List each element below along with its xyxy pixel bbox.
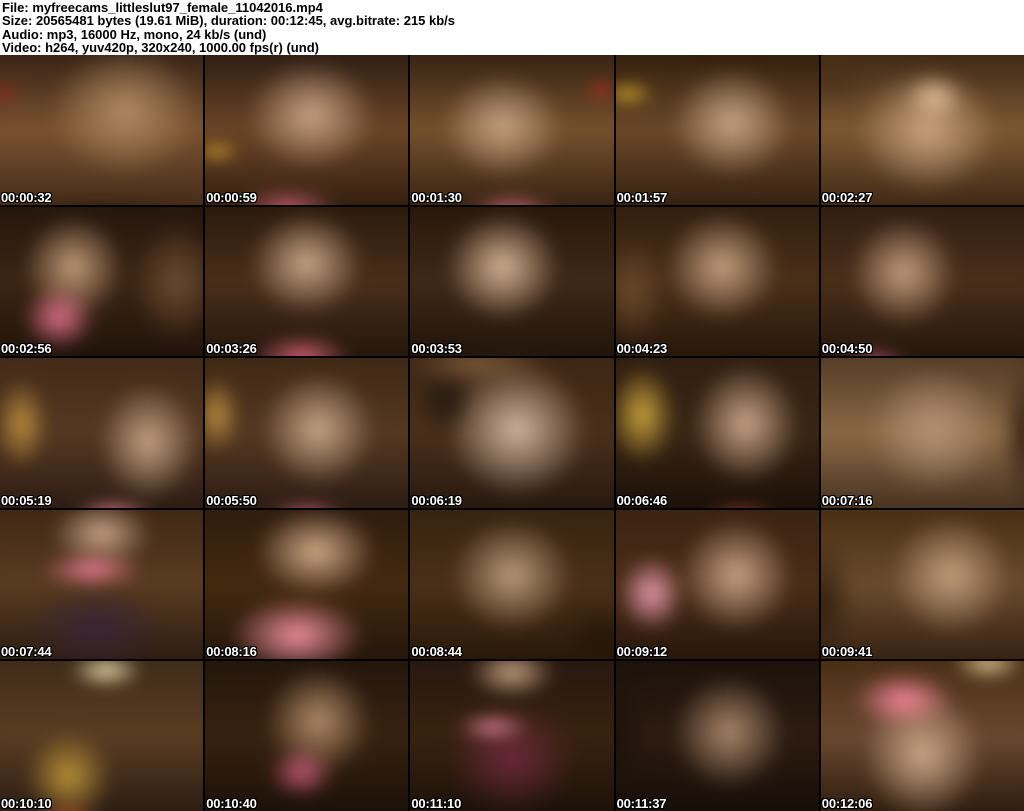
thumbnail-timestamp: 00:03:26 — [206, 341, 257, 357]
video-thumbnail: 00:05:19 — [0, 358, 204, 508]
thumbnail-image — [410, 358, 614, 508]
thumbnail-image — [205, 55, 409, 205]
video-thumbnail: 00:11:10 — [410, 661, 614, 811]
video-thumbnail: 00:07:16 — [820, 358, 1024, 508]
thumbnail-image — [820, 661, 1024, 811]
thumbnail-timestamp: 00:01:57 — [616, 189, 668, 205]
video-thumbnail: 00:00:32 — [0, 55, 204, 205]
thumbnail-image — [410, 55, 614, 205]
thumbnail-image — [820, 55, 1024, 205]
video-thumbnail: 00:03:53 — [410, 206, 614, 357]
thumbnail-image — [820, 206, 1024, 357]
thumbnail-timestamp: 00:06:19 — [411, 492, 462, 508]
video-thumbnail: 00:07:44 — [0, 509, 204, 660]
video-thumbnail: 00:12:06 — [820, 661, 1024, 811]
file-metadata-header: File: myfreecams_littleslut97_female_110… — [0, 0, 1024, 55]
thumbnail-image — [615, 358, 819, 508]
thumbnail-timestamp: 00:08:16 — [206, 644, 257, 660]
video-thumbnail: 00:02:56 — [0, 206, 204, 357]
video-thumbnail: 00:06:19 — [410, 358, 614, 508]
thumbnail-image — [205, 509, 409, 660]
thumbnail-image — [615, 509, 819, 660]
thumbnail-image — [615, 661, 819, 811]
thumbnail-timestamp: 00:11:37 — [616, 796, 667, 811]
thumbnail-image — [615, 55, 819, 205]
thumbnail-image — [820, 358, 1024, 508]
thumbnail-image — [410, 661, 614, 811]
thumbnail-contact-sheet: File: myfreecams_littleslut97_female_110… — [0, 0, 1024, 811]
thumbnail-image — [0, 509, 204, 660]
file-info-line: File: myfreecams_littleslut97_female_110… — [2, 0, 323, 15]
thumbnail-image — [615, 206, 819, 357]
video-thumbnail: 00:04:50 — [820, 206, 1024, 357]
video-thumbnail: 00:03:26 — [205, 206, 409, 357]
video-thumbnail: 00:04:23 — [615, 206, 819, 357]
thumbnail-timestamp: 00:02:56 — [1, 341, 52, 357]
thumbnail-timestamp: 00:03:53 — [411, 341, 462, 357]
audio-info-line: Audio: mp3, 16000 Hz, mono, 24 kb/s (und… — [2, 26, 267, 42]
thumbnail-image — [205, 661, 409, 811]
thumbnail-image — [205, 358, 409, 508]
video-thumbnail: 00:11:37 — [615, 661, 819, 811]
thumbnail-image — [820, 509, 1024, 660]
thumbnail-image — [0, 55, 204, 205]
video-thumbnail: 00:01:57 — [615, 55, 819, 205]
video-info-line: Video: h264, yuv420p, 320x240, 1000.00 f… — [2, 40, 319, 55]
video-thumbnail: 00:10:40 — [205, 661, 409, 811]
video-thumbnail: 00:09:12 — [615, 509, 819, 660]
thumbnail-image — [0, 206, 204, 357]
thumbnail-image — [0, 358, 204, 508]
thumbnail-timestamp: 00:12:06 — [821, 796, 873, 811]
thumbnail-timestamp: 00:07:16 — [821, 492, 873, 508]
video-thumbnail: 00:00:59 — [205, 55, 409, 205]
thumbnail-image — [0, 661, 204, 811]
thumbnail-image — [410, 206, 614, 357]
size-info-line: Size: 20565481 bytes (19.61 MiB), durati… — [2, 13, 456, 29]
thumbnail-image — [410, 509, 614, 660]
thumbnail-timestamp: 00:06:46 — [616, 492, 668, 508]
thumbnail-timestamp: 00:00:59 — [206, 189, 257, 205]
thumbnail-timestamp: 00:11:10 — [411, 796, 462, 811]
video-thumbnail: 00:01:30 — [410, 55, 614, 205]
video-thumbnail: 00:02:27 — [820, 55, 1024, 205]
thumbnail-timestamp: 00:02:27 — [821, 189, 873, 205]
video-thumbnail: 00:08:44 — [410, 509, 614, 660]
video-thumbnail: 00:10:10 — [0, 661, 204, 811]
thumbnail-timestamp: 00:04:50 — [821, 341, 873, 357]
thumbnail-timestamp: 00:00:32 — [1, 189, 52, 205]
thumbnail-timestamp: 00:10:40 — [206, 796, 257, 811]
thumbnail-timestamp: 00:09:41 — [821, 644, 873, 660]
thumbnail-timestamp: 00:01:30 — [411, 189, 462, 205]
thumbnail-timestamp: 00:05:50 — [206, 492, 257, 508]
thumbnail-timestamp: 00:10:10 — [1, 796, 52, 811]
thumbnail-timestamp: 00:04:23 — [616, 341, 668, 357]
thumbnail-timestamp: 00:05:19 — [1, 492, 52, 508]
thumbnail-image — [205, 206, 409, 357]
thumbnail-grid: 00:00:32 00:00:59 00:01:30 00:01:57 00:0… — [0, 55, 1024, 811]
video-thumbnail: 00:09:41 — [820, 509, 1024, 660]
video-thumbnail: 00:05:50 — [205, 358, 409, 508]
thumbnail-timestamp: 00:07:44 — [1, 644, 52, 660]
thumbnail-timestamp: 00:08:44 — [411, 644, 462, 660]
video-thumbnail: 00:08:16 — [205, 509, 409, 660]
thumbnail-timestamp: 00:09:12 — [616, 644, 668, 660]
video-thumbnail: 00:06:46 — [615, 358, 819, 508]
